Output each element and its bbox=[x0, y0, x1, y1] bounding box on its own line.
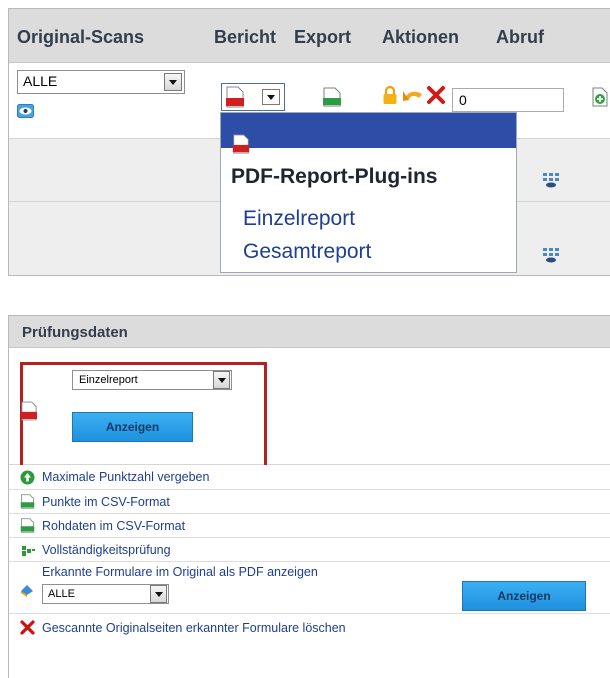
chevron-down-icon[interactable] bbox=[213, 371, 230, 389]
csv-export-icon[interactable] bbox=[322, 87, 342, 107]
anzeigen-button[interactable]: Anzeigen bbox=[72, 412, 193, 442]
list-item[interactable]: Rohdaten im CSV-Format bbox=[9, 514, 610, 538]
dropdown-header-bar bbox=[221, 113, 516, 148]
top-menu-bar: Original-Scans Bericht Export Aktionen A… bbox=[9, 9, 610, 63]
pruefungsdaten-panel: Prüfungsdaten Einzelreport Anzeigen Maxi… bbox=[8, 315, 610, 678]
reports-panel: Original-Scans Bericht Export Aktionen A… bbox=[8, 8, 610, 276]
menu-abruf[interactable]: Abruf bbox=[496, 27, 544, 48]
pdf-file-icon bbox=[21, 401, 37, 421]
list-item[interactable]: Gescannte Originalseiten erkannter Formu… bbox=[9, 614, 610, 642]
add-document-icon[interactable] bbox=[591, 87, 609, 107]
count-input-value: 0 bbox=[459, 92, 467, 108]
menu-export[interactable]: Export bbox=[294, 27, 351, 48]
link-delete-scanned-pages[interactable]: Gescannte Originalseiten erkannter Formu… bbox=[42, 621, 346, 635]
original-pdf-label: Erkannte Formulare im Original als PDF a… bbox=[42, 565, 318, 579]
link-completeness-check[interactable]: Vollständigkeitsprüfung bbox=[42, 543, 171, 557]
original-pdf-select-value: ALLE bbox=[48, 588, 75, 600]
undo-icon[interactable] bbox=[402, 87, 424, 103]
report-section: Einzelreport Anzeigen bbox=[9, 348, 610, 471]
chevron-down-icon[interactable] bbox=[150, 585, 167, 603]
green-up-arrow-icon bbox=[20, 470, 35, 485]
link-rawdata-csv[interactable]: Rohdaten im CSV-Format bbox=[42, 519, 185, 533]
filter-select[interactable]: ALLE bbox=[17, 70, 185, 94]
list-item[interactable]: Vollständigkeitsprüfung bbox=[9, 538, 610, 562]
report-type-select[interactable]: Einzelreport bbox=[72, 370, 232, 390]
pdf-report-dropdown[interactable] bbox=[221, 83, 285, 111]
eraser-icon bbox=[21, 585, 33, 597]
dropdown-title: PDF-Report-Plug-ins bbox=[231, 165, 438, 188]
list-item: Erkannte Formulare im Original als PDF a… bbox=[9, 562, 610, 614]
menu-original-scans[interactable]: Original-Scans bbox=[17, 27, 144, 48]
filter-select-value: ALLE bbox=[23, 73, 58, 89]
view-grid-icon[interactable] bbox=[542, 247, 560, 263]
link-points-csv[interactable]: Punkte im CSV-Format bbox=[42, 495, 170, 509]
chevron-down-icon[interactable] bbox=[262, 89, 280, 105]
list-item[interactable]: Punkte im CSV-Format bbox=[9, 490, 610, 514]
menu-bericht[interactable]: Bericht bbox=[214, 27, 276, 48]
pdf-file-icon bbox=[226, 86, 244, 108]
menu-item-gesamtreport[interactable]: Gesamtreport bbox=[243, 240, 371, 264]
csv-icon bbox=[20, 494, 35, 509]
pdf-report-plugins-menu: PDF-Report-Plug-ins Einzelreport Gesamtr… bbox=[220, 112, 517, 273]
view-grid-icon[interactable] bbox=[542, 172, 560, 188]
delete-icon bbox=[20, 620, 35, 635]
lock-icon[interactable] bbox=[382, 85, 398, 105]
link-max-points[interactable]: Maximale Punktzahl vergeben bbox=[42, 470, 209, 484]
report-type-select-value: Einzelreport bbox=[79, 374, 138, 386]
panel-header: Prüfungsdaten bbox=[9, 316, 610, 348]
csv-icon bbox=[20, 518, 35, 533]
panel-title: Prüfungsdaten bbox=[22, 324, 128, 341]
delete-icon[interactable] bbox=[427, 86, 445, 104]
menu-aktionen[interactable]: Aktionen bbox=[382, 27, 459, 48]
count-input[interactable]: 0 bbox=[452, 88, 564, 112]
menu-item-einzelreport[interactable]: Einzelreport bbox=[243, 207, 355, 231]
list-item[interactable]: Maximale Punktzahl vergeben bbox=[9, 465, 610, 490]
completeness-check-icon bbox=[22, 546, 35, 556]
original-pdf-select[interactable]: ALLE bbox=[42, 584, 169, 604]
original-pdf-anzeigen-button[interactable]: Anzeigen bbox=[462, 581, 586, 611]
pdf-file-icon bbox=[232, 134, 250, 154]
eye-icon[interactable] bbox=[17, 104, 34, 118]
chevron-down-icon[interactable] bbox=[164, 73, 182, 91]
